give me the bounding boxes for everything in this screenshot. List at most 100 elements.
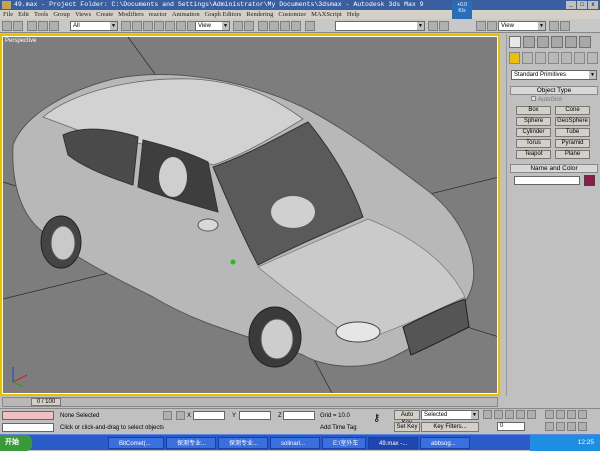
named-selection-sets-dropdown[interactable]: ▼ bbox=[335, 21, 425, 31]
object-type-rollout-header[interactable]: Object Type bbox=[510, 86, 598, 95]
primitive-type-dropdown[interactable]: Standard Primitives ▼ bbox=[511, 70, 597, 80]
helpers-icon[interactable] bbox=[561, 52, 572, 64]
lights-icon[interactable] bbox=[535, 52, 546, 64]
task-probe-2[interactable]: 探测专业... bbox=[218, 437, 268, 449]
create-tab-icon[interactable] bbox=[509, 36, 521, 48]
next-frame-icon[interactable] bbox=[516, 410, 525, 419]
current-frame-field[interactable]: 0 bbox=[497, 422, 525, 431]
percent-snap-icon[interactable] bbox=[280, 21, 290, 31]
key-filters-button[interactable]: Key Filters... bbox=[421, 422, 479, 432]
motion-tab-icon[interactable] bbox=[551, 36, 563, 48]
cameras-icon[interactable] bbox=[548, 52, 559, 64]
torus-button[interactable]: Torus bbox=[516, 139, 551, 148]
snaps-toggle-icon[interactable] bbox=[258, 21, 268, 31]
maxscript-listener-field[interactable] bbox=[2, 411, 54, 420]
maximize-button[interactable]: □ bbox=[577, 1, 587, 9]
render-setup-icon[interactable] bbox=[487, 21, 497, 31]
task-bitcomet[interactable]: BitComet(... bbox=[108, 437, 164, 449]
pivot-center-icon[interactable] bbox=[233, 21, 243, 31]
menu-file[interactable]: File bbox=[3, 10, 13, 19]
reference-coordinate-dropdown[interactable]: View ▼ bbox=[195, 21, 230, 31]
spinner-snap-icon[interactable] bbox=[291, 21, 301, 31]
play-icon[interactable] bbox=[505, 410, 514, 419]
auto-key-button[interactable]: Auto Key bbox=[394, 410, 420, 426]
task-probe-1[interactable]: 探测专业... bbox=[166, 437, 216, 449]
systems-icon[interactable] bbox=[587, 52, 598, 64]
menu-rendering[interactable]: Rendering bbox=[246, 10, 273, 19]
mirror-icon[interactable] bbox=[428, 21, 438, 31]
close-button[interactable]: x bbox=[588, 1, 598, 9]
name-and-color-rollout-header[interactable]: Name and Color bbox=[510, 164, 598, 173]
menu-create[interactable]: Create bbox=[96, 10, 113, 19]
pan-icon[interactable] bbox=[578, 410, 587, 419]
time-slider-thumb[interactable]: 0 / 100 bbox=[31, 398, 61, 406]
car-model-render[interactable] bbox=[3, 37, 498, 394]
select-object-icon[interactable] bbox=[121, 21, 131, 31]
utilities-tab-icon[interactable] bbox=[579, 36, 591, 48]
unlink-icon[interactable] bbox=[38, 21, 48, 31]
menu-animation[interactable]: Animation bbox=[172, 10, 200, 19]
maxscript-output-field[interactable] bbox=[2, 423, 54, 432]
lock-selection-icon[interactable] bbox=[163, 411, 172, 420]
angle-snap-icon[interactable] bbox=[269, 21, 279, 31]
shapes-icon[interactable] bbox=[522, 52, 533, 64]
cylinder-button[interactable]: Cylinder bbox=[516, 128, 551, 137]
edit-named-selection-icon[interactable] bbox=[305, 21, 315, 31]
menu-edit[interactable]: Edit bbox=[18, 10, 29, 19]
task-3dsmax[interactable]: 49.max -... bbox=[368, 437, 418, 449]
material-editor-icon[interactable] bbox=[476, 21, 486, 31]
object-name-field[interactable] bbox=[514, 176, 580, 185]
absolute-mode-icon[interactable] bbox=[176, 411, 185, 420]
bind-space-warp-icon[interactable] bbox=[49, 21, 59, 31]
teapot-button[interactable]: Teapot bbox=[516, 150, 551, 159]
add-time-tag[interactable]: Add Time Tag bbox=[320, 424, 357, 432]
task-abbsog[interactable]: abbsog... bbox=[420, 437, 470, 449]
undo-icon[interactable] bbox=[2, 21, 12, 31]
key-mode-dropdown[interactable]: Selected ▼ bbox=[421, 410, 479, 420]
display-tab-icon[interactable] bbox=[565, 36, 577, 48]
sphere-button[interactable]: Sphere bbox=[516, 117, 551, 126]
menu-views[interactable]: Views bbox=[75, 10, 91, 19]
plane-button[interactable]: Plane bbox=[555, 150, 590, 159]
time-slider[interactable]: 0 / 100 bbox=[2, 397, 498, 407]
zoom-all-icon[interactable] bbox=[556, 410, 565, 419]
select-link-icon[interactable] bbox=[27, 21, 37, 31]
geometry-icon[interactable] bbox=[509, 52, 520, 64]
arc-rotate-icon[interactable] bbox=[567, 422, 576, 431]
menu-customize[interactable]: Customize bbox=[278, 10, 306, 19]
task-solinari[interactable]: solinari... bbox=[270, 437, 320, 449]
align-icon[interactable] bbox=[439, 21, 449, 31]
pyramid-button[interactable]: Pyramid bbox=[555, 139, 590, 148]
space-warps-icon[interactable] bbox=[574, 52, 585, 64]
menu-maxscript[interactable]: MAXScript bbox=[311, 10, 342, 19]
menu-reactor[interactable]: reactor bbox=[149, 10, 167, 19]
go-to-end-icon[interactable] bbox=[527, 410, 536, 419]
redo-icon[interactable] bbox=[13, 21, 23, 31]
hierarchy-tab-icon[interactable] bbox=[537, 36, 549, 48]
x-coordinate-field[interactable] bbox=[193, 411, 225, 420]
autogrid-checkbox[interactable]: AutoGrid bbox=[531, 96, 562, 103]
z-coordinate-field[interactable] bbox=[283, 411, 315, 420]
rectangular-selection-icon[interactable] bbox=[143, 21, 153, 31]
zoom-icon[interactable] bbox=[545, 410, 554, 419]
move-icon[interactable] bbox=[165, 21, 175, 31]
key-icon[interactable]: ⚷ bbox=[373, 414, 380, 424]
zoom-extents-icon[interactable] bbox=[567, 410, 576, 419]
menu-graph-editors[interactable]: Graph Editors bbox=[205, 10, 242, 19]
window-crossing-icon[interactable] bbox=[154, 21, 164, 31]
menu-group[interactable]: Group bbox=[53, 10, 70, 19]
modify-tab-icon[interactable] bbox=[523, 36, 535, 48]
task-explorer-folder[interactable]: E:\室外车 bbox=[322, 437, 366, 449]
set-key-button[interactable]: Set Key bbox=[394, 422, 420, 432]
selection-filter-dropdown[interactable]: All ▼ bbox=[70, 21, 118, 31]
quick-render-icon[interactable] bbox=[549, 21, 559, 31]
start-button[interactable]: 开始 bbox=[0, 435, 32, 451]
go-to-start-icon[interactable] bbox=[483, 410, 492, 419]
render-view-dropdown[interactable]: View ▼ bbox=[498, 21, 546, 31]
menu-help[interactable]: Help bbox=[347, 10, 360, 19]
select-manipulate-icon[interactable] bbox=[244, 21, 254, 31]
y-coordinate-field[interactable] bbox=[239, 411, 271, 420]
field-of-view-icon[interactable] bbox=[545, 422, 554, 431]
hand-pan-icon[interactable] bbox=[556, 422, 565, 431]
previous-frame-icon[interactable] bbox=[494, 410, 503, 419]
